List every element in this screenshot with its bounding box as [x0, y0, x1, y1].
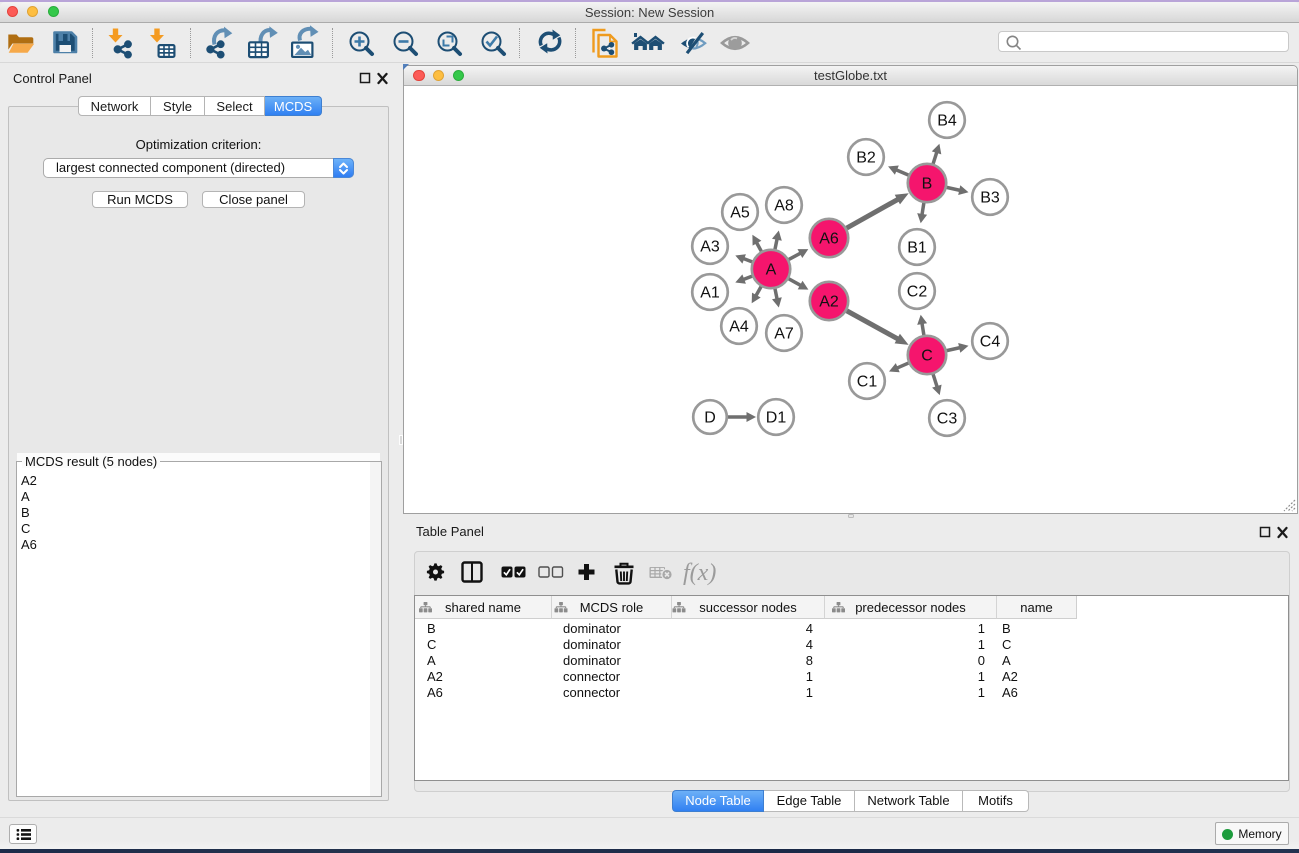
- svg-text:B3: B3: [980, 190, 1000, 207]
- svg-text:A7: A7: [774, 326, 794, 343]
- svg-text:C1: C1: [857, 374, 878, 391]
- svg-text:A1: A1: [700, 285, 720, 302]
- svg-text:f(x): f(x): [683, 560, 716, 586]
- svg-text:A5: A5: [730, 205, 750, 222]
- svg-text:C2: C2: [907, 284, 928, 301]
- svg-text:A8: A8: [774, 198, 794, 215]
- svg-text:A4: A4: [729, 319, 749, 336]
- svg-text:A2: A2: [819, 294, 839, 311]
- svg-text:B2: B2: [856, 150, 876, 167]
- svg-text:B4: B4: [937, 113, 957, 130]
- svg-text:D1: D1: [766, 410, 787, 427]
- svg-text:B1: B1: [907, 240, 927, 257]
- svg-text:D: D: [704, 410, 716, 427]
- svg-text:A6: A6: [819, 231, 839, 248]
- svg-text:C: C: [921, 348, 933, 365]
- svg-text:A: A: [766, 262, 777, 279]
- svg-text:B: B: [922, 176, 933, 193]
- svg-text:C3: C3: [937, 411, 958, 428]
- svg-text:A3: A3: [700, 239, 720, 256]
- svg-text:C4: C4: [980, 334, 1001, 351]
